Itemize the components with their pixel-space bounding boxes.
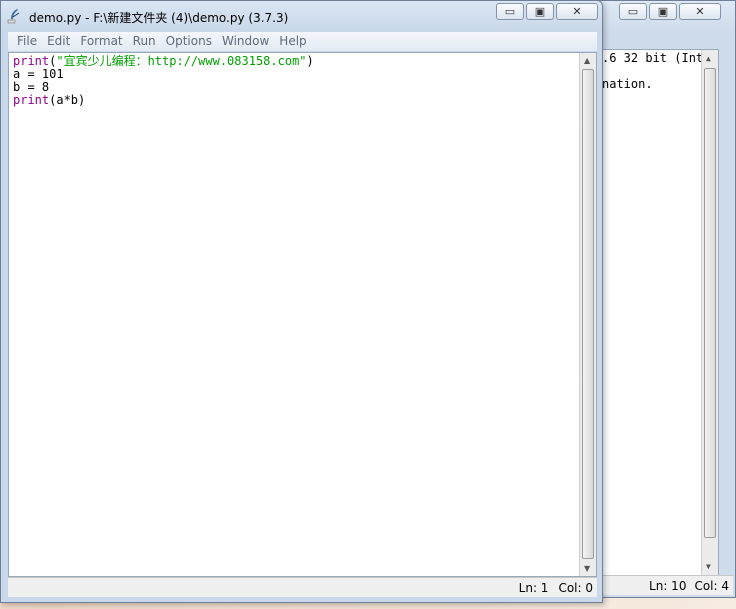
maximize-button[interactable]: ▣ [526,3,554,20]
shell-scroll-thumb[interactable] [704,68,716,538]
editor-window[interactable]: demo.py - F:\新建文件夹 (4)\demo.py (3.7.3) ▭… [0,0,603,603]
code-line: print(a*b) [13,94,314,107]
shell-minimize-button[interactable]: ▭ [619,3,647,20]
menu-edit[interactable]: Edit [42,32,75,51]
plain-token: a = 101 [13,67,64,81]
shell-caption-buttons: ▭ ▣ ✕ [619,3,733,23]
close-button[interactable]: ✕ [556,3,598,20]
editor-titlebar[interactable]: demo.py - F:\新建文件夹 (4)\demo.py (3.7.3) ▭… [1,1,602,31]
scroll-up-icon[interactable]: ▲ [584,56,590,65]
scroll-down-icon[interactable]: ▼ [584,564,590,573]
keyword-token: print [13,93,50,107]
menu-format[interactable]: Format [75,32,127,51]
menu-run[interactable]: Run [128,32,161,51]
plain-token: (a*b) [49,93,86,107]
window-title: demo.py - F:\新建文件夹 (4)\demo.py (3.7.3) [29,11,289,25]
line-number: Ln: 1 [518,580,549,595]
code-area[interactable]: print("宜宾少儿编程：http://www.083158.com") a … [13,55,314,107]
shell-close-button[interactable]: ✕ [679,3,721,20]
python-feather-icon [7,9,20,24]
string-token: "宜宾少儿编程：http://www.083158.com" [56,54,307,68]
scroll-up-icon[interactable]: ▲ [706,52,711,65]
editor-scrollbar[interactable]: ▲ ▼ [579,53,596,576]
code-editor[interactable]: print("宜宾少儿编程：http://www.083158.com") a … [8,52,597,577]
menu-bar: File Edit Format Run Options Window Help [8,32,597,51]
editor-caption-buttons: ▭ ▣ ✕ [496,3,598,20]
menu-options[interactable]: Options [161,32,217,51]
column-number: Col: 0 [558,580,593,595]
shell-column-number: Col: 4 [694,578,729,593]
keyword-token: print [13,54,50,68]
scroll-down-icon[interactable]: ▼ [706,560,711,573]
code-line: a = 101 [13,68,314,81]
editor-statusbar: Ln: 1 Col: 0 [8,577,597,597]
shell-statusbar: Ln: 10 Col: 4 [601,575,733,595]
shell-scrollbar[interactable]: ▲ ▼ [701,50,718,575]
editor-scroll-thumb[interactable] [582,69,594,559]
shell-maximize-button[interactable]: ▣ [649,3,677,20]
plain-token: b = 8 [13,80,50,94]
minimize-button[interactable]: ▭ [496,3,524,20]
menu-file[interactable]: File [12,32,42,51]
shell-line-number: Ln: 10 [649,578,687,593]
shell-window[interactable]: ▭ ▣ ✕ .6 32 bit (Inte nation. ▲ ▼ Ln: 10… [590,0,736,598]
plain-token: ) [306,54,314,68]
menu-help[interactable]: Help [274,32,311,51]
shell-output-area[interactable]: .6 32 bit (Inte nation. ▲ ▼ [601,49,719,576]
menu-window[interactable]: Window [217,32,274,51]
